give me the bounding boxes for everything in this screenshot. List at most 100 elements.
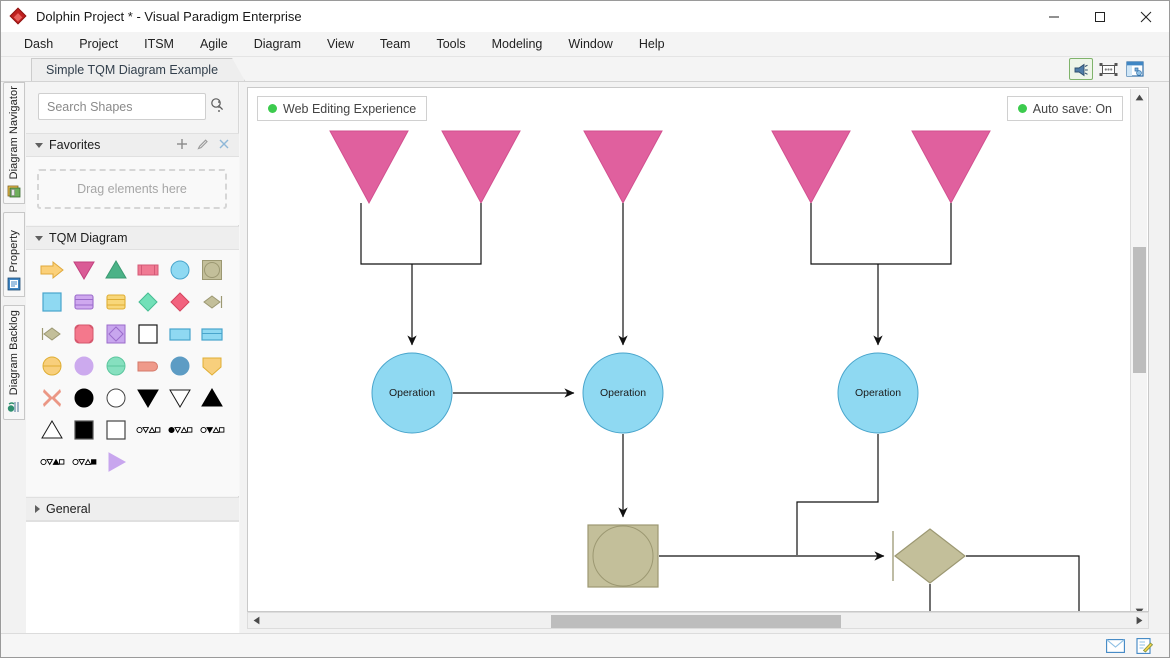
rectangle-split-shape[interactable] [196,318,228,350]
process-bar-shape[interactable] [132,254,164,286]
feedback-megaphone-button[interactable] [1069,58,1093,80]
shape-search-box[interactable] [38,93,224,120]
diamond-bar-left-shape[interactable] [36,318,68,350]
filled-square-shape[interactable] [68,414,100,446]
app-logo-icon [9,7,28,26]
menu-item-help[interactable]: Help [628,34,676,54]
menu-item-itsm[interactable]: ITSM [133,34,185,54]
shape-panel-menu-icon[interactable] [211,95,227,119]
minimize-button[interactable] [1031,1,1077,32]
circle-split-yellow-shape[interactable] [36,350,68,382]
operation-1[interactable]: Operation [371,352,453,434]
filled-triangle-up-shape[interactable] [196,382,228,414]
scroll-left-arrow-icon[interactable] [248,613,265,628]
remove-icon[interactable] [218,138,230,153]
outline-circle-shape[interactable] [100,382,132,414]
sidebar-item-property[interactable]: Property [3,212,25,297]
menu-item-diagram[interactable]: Diagram [243,34,312,54]
scroll-down-arrow-icon[interactable] [1131,603,1148,611]
legend-group-d-icon[interactable] [36,446,68,478]
horizontal-scroll-thumb[interactable] [551,615,841,628]
menu-item-dash[interactable]: Dash [13,34,64,54]
triangle-down-shape[interactable] [68,254,100,286]
menu-item-modeling[interactable]: Modeling [481,34,554,54]
funnel-2[interactable] [441,130,521,205]
shape-palette-row [26,446,239,478]
panes-layout-button[interactable] [1123,58,1147,80]
section-header-tqm-diagram[interactable]: TQM Diagram [26,226,239,250]
vertical-scroll-thumb[interactable] [1133,247,1146,373]
diamond-in-square-shape[interactable] [100,318,132,350]
document-stack-shape[interactable] [68,286,100,318]
funnel-1[interactable] [329,130,409,205]
rounded-square-pink-shape[interactable] [68,318,100,350]
edit-note-icon[interactable] [1134,637,1155,655]
section-header-favorites[interactable]: Favorites [26,133,239,157]
menu-item-project[interactable]: Project [68,34,129,54]
circle-shape[interactable] [164,254,196,286]
decision-node[interactable] [892,528,966,584]
legend-group-c-icon[interactable] [196,414,228,446]
favorites-dropzone[interactable]: Drag elements here [37,169,227,209]
arrow-right-shape[interactable] [36,254,68,286]
connector-funnel4-funnel5-merge[interactable] [810,203,952,346]
menu-item-tools[interactable]: Tools [425,34,476,54]
sidebar-item-diagram-backlog[interactable]: Diagram Backlog [3,305,25,420]
outline-triangle-down-shape[interactable] [164,382,196,414]
section-header-general[interactable]: General [26,497,239,521]
maximize-button[interactable] [1077,1,1123,32]
operation-2[interactable]: Operation [582,352,664,434]
filled-circle-shape[interactable] [68,382,100,414]
circle-in-square-shape[interactable] [196,254,228,286]
diamond-bar-right-shape[interactable] [196,286,228,318]
edit-icon[interactable] [197,138,209,153]
outline-square-shape[interactable] [100,414,132,446]
inspection-node[interactable] [587,524,659,588]
operation-3[interactable]: Operation [837,352,919,434]
chevron-down-icon [35,235,43,241]
circle-purple-shape[interactable] [68,350,100,382]
square-shape[interactable] [36,286,68,318]
web-editing-experience-badge[interactable]: Web Editing Experience [257,96,428,121]
home-plate-shape[interactable] [196,350,228,382]
circle-green-shape[interactable] [100,350,132,382]
filled-triangle-down-shape[interactable] [132,382,164,414]
funnel-3[interactable] [583,130,663,205]
search-input[interactable] [45,98,210,115]
legend-group-b-icon[interactable] [164,414,196,446]
legend-group-a-icon[interactable] [132,414,164,446]
play-triangle-shape[interactable] [100,446,132,478]
diamond-pink-shape[interactable] [164,286,196,318]
menu-item-agile[interactable]: Agile [189,34,239,54]
fit-to-window-button[interactable] [1096,58,1120,80]
rectangle-blue-shape[interactable] [164,318,196,350]
menu-item-window[interactable]: Window [557,34,623,54]
rounded-rect-salmon-shape[interactable] [132,350,164,382]
canvas-horizontal-scrollbar[interactable] [247,612,1149,629]
add-icon[interactable] [176,138,188,153]
funnel-5[interactable] [911,130,991,205]
scroll-right-arrow-icon[interactable] [1131,613,1148,628]
connector-funnel1-funnel2-merge[interactable] [360,203,482,346]
connector-decision-right-down[interactable] [966,555,1080,612]
menu-item-view[interactable]: View [316,34,365,54]
triangle-up-shape[interactable] [100,254,132,286]
funnel-4[interactable] [771,130,851,205]
legend-group-e-icon[interactable] [68,446,100,478]
auto-save-badge[interactable]: Auto save: On [1006,96,1123,121]
message-envelope-icon[interactable] [1105,637,1126,655]
circle-steel-shape[interactable] [164,350,196,382]
outline-triangle-up-shape[interactable] [36,414,68,446]
cross-shape[interactable] [36,382,68,414]
card-shape[interactable] [100,286,132,318]
white-square-shape[interactable] [132,318,164,350]
close-button[interactable] [1123,1,1169,32]
scroll-up-arrow-icon[interactable] [1131,89,1148,105]
diamond-green-shape[interactable] [132,286,164,318]
diagram-canvas[interactable]: Web Editing Experience Auto save: On Ope… [247,87,1149,612]
menu-item-team[interactable]: Team [369,34,422,54]
sidebar-item-diagram-navigator[interactable]: Diagram Navigator [3,82,25,204]
connector-operation3-decision[interactable] [796,434,879,555]
document-tab[interactable]: Simple TQM Diagram Example [31,58,245,81]
canvas-vertical-scrollbar[interactable] [1130,89,1148,611]
